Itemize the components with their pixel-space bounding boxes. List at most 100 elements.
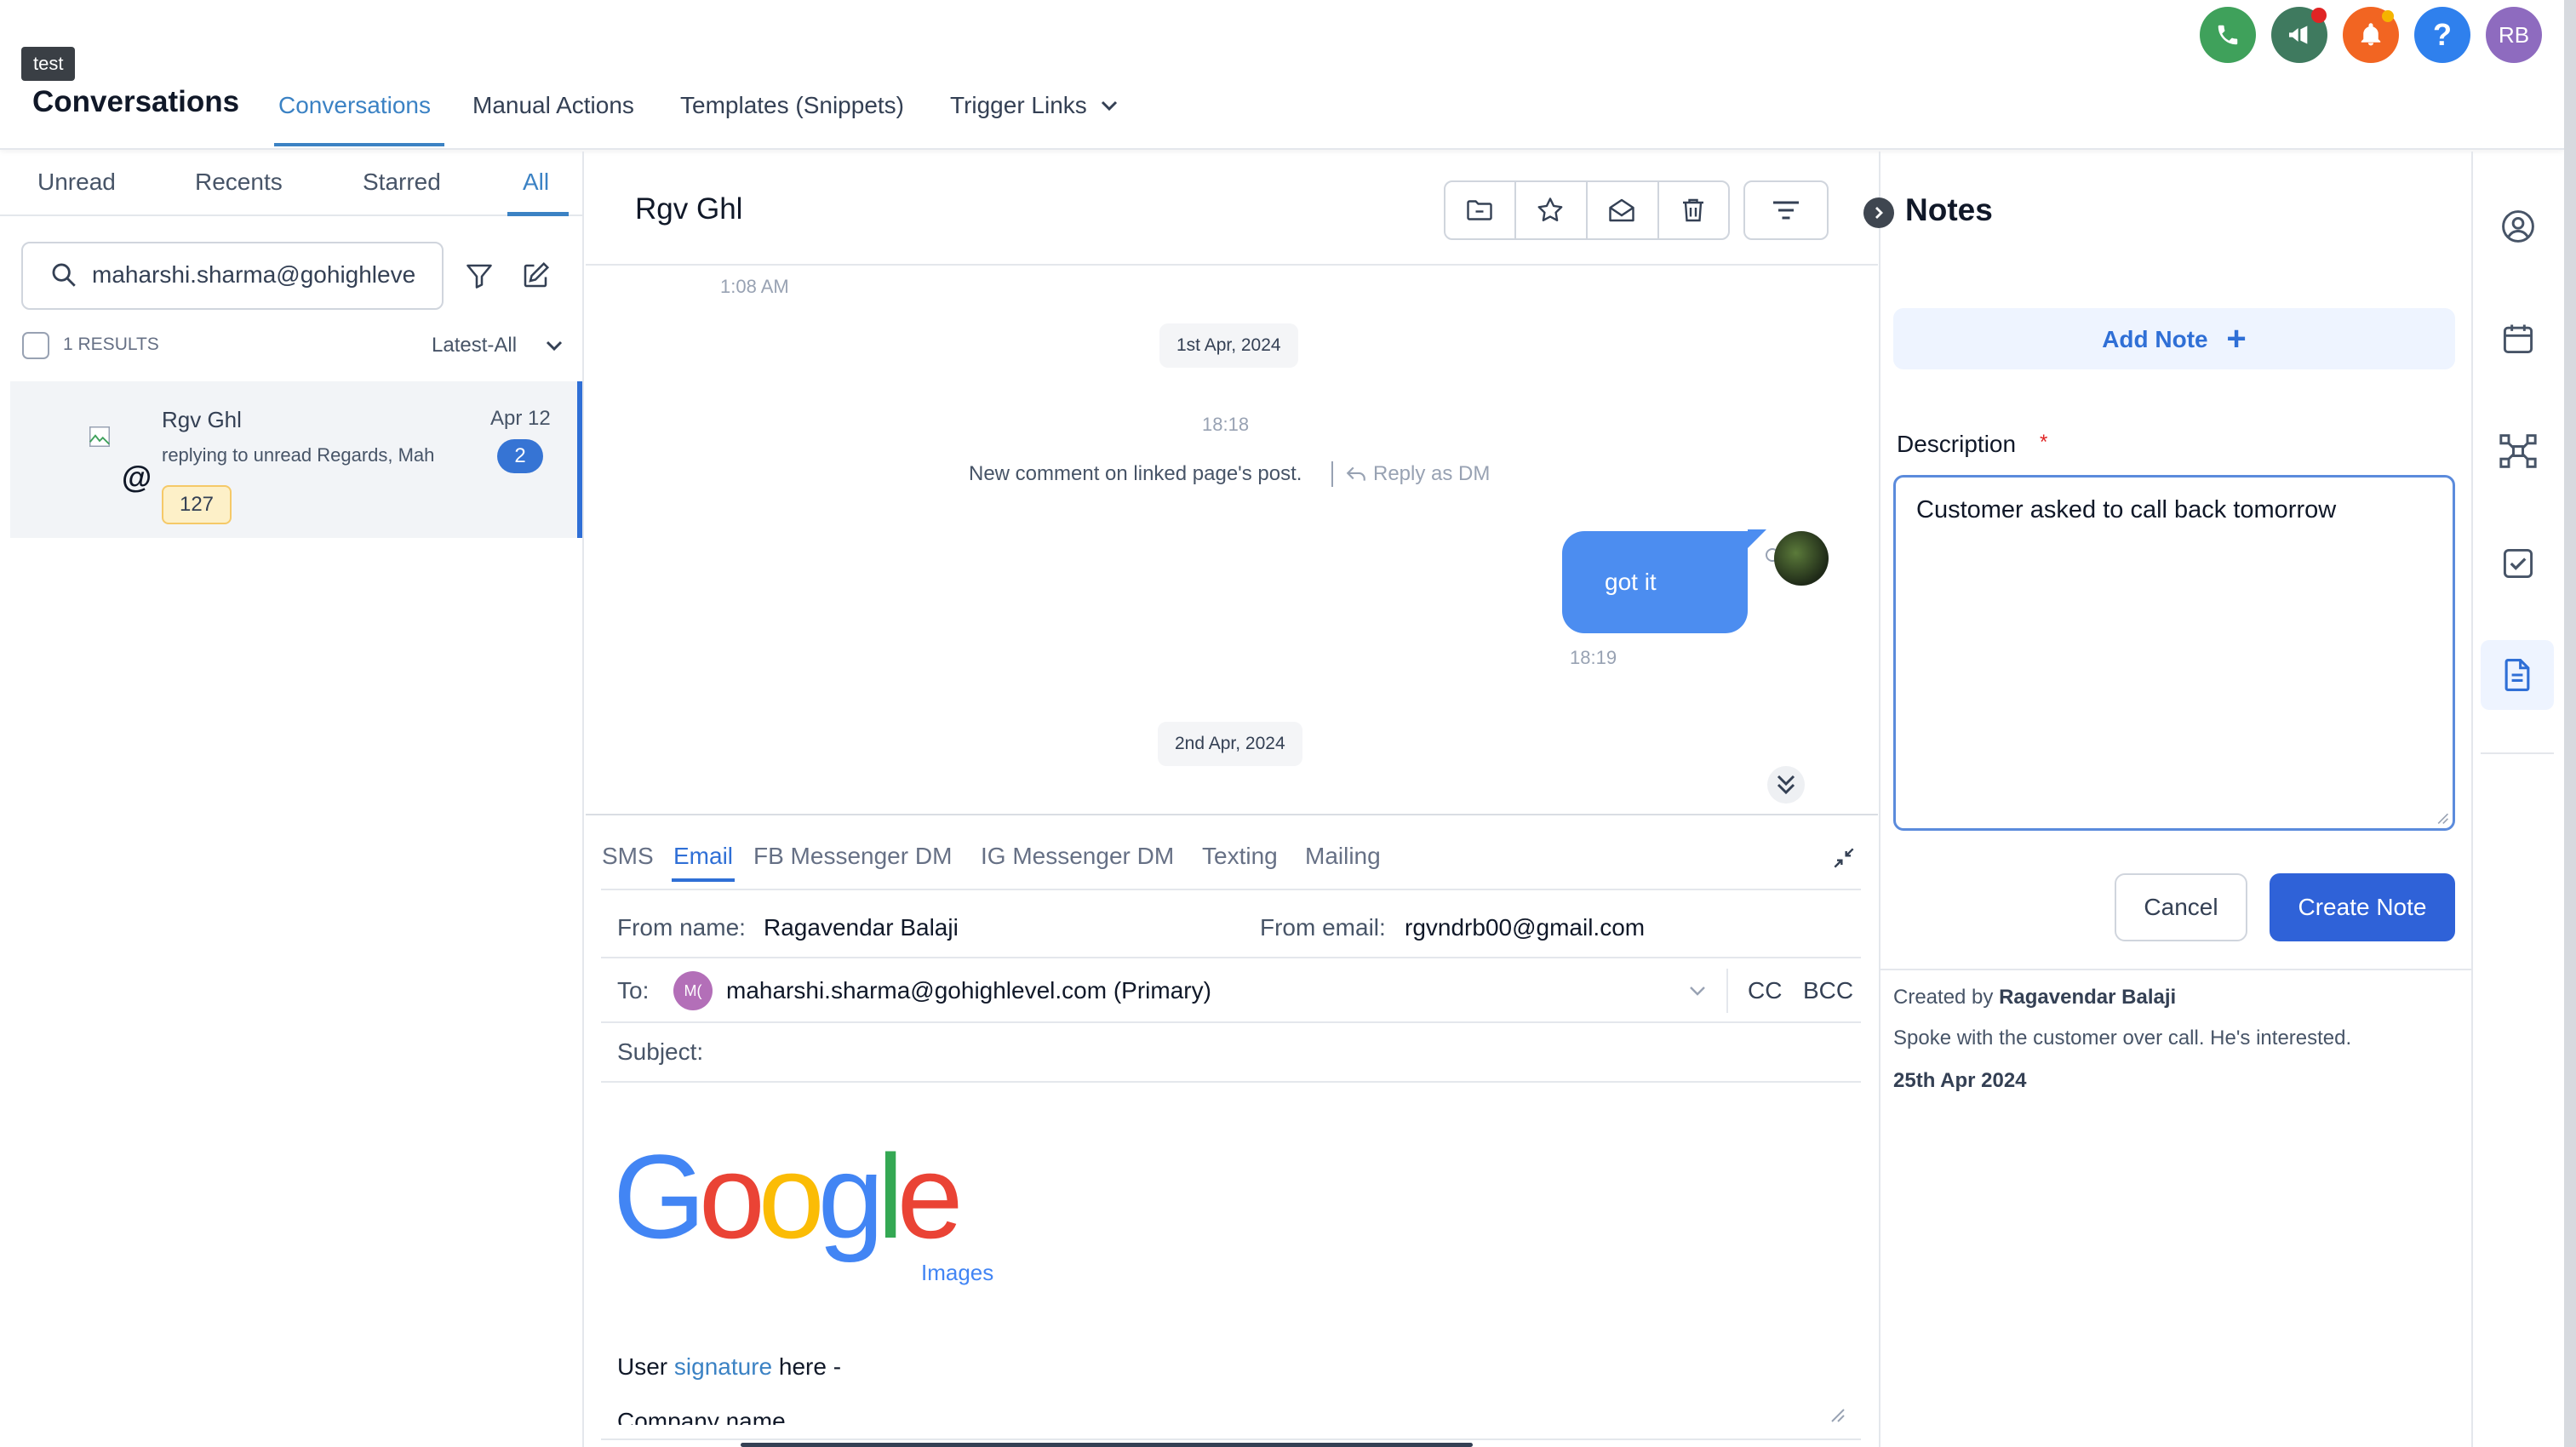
note-text: Spoke with the customer over call. He's … [1893,1027,2352,1050]
outgoing-message-bubble: got it [1562,531,1748,633]
signature-suffix: here - [772,1353,842,1380]
divider [601,957,1861,958]
from-name-label: From name: [617,914,746,941]
filter-icon[interactable] [464,260,495,291]
toolbar-divider [1586,182,1588,238]
sort-dropdown[interactable]: Latest-All [432,334,517,357]
phone-icon [2218,25,2238,45]
signature-link[interactable]: signature [674,1353,772,1380]
message-text: got it [1605,569,1657,595]
rail-divider [2481,752,2554,754]
divider [1726,969,1728,1013]
tab-recents[interactable]: Recents [195,169,283,196]
search-input[interactable]: maharshi.sharma@gohighleve [92,261,432,290]
conversation-date: Apr 12 [490,407,551,430]
sort-chevron-icon[interactable] [545,339,564,352]
chevron-down-icon[interactable] [1100,99,1119,112]
user-circle-icon[interactable] [2499,208,2537,245]
tab-starred[interactable]: Starred [363,169,441,196]
created-by-name: Ragavendar Balaji [1999,986,2177,1009]
divider [601,889,1861,890]
conversation-name: Rgv Ghl [162,407,242,432]
trash-icon[interactable] [1678,195,1709,226]
help-button[interactable]: ? [2414,7,2470,63]
channel-tab-email[interactable]: Email [673,843,733,870]
tab-all[interactable]: All [523,169,549,196]
phone-button[interactable] [2200,7,2256,63]
contact-tag: 127 [162,485,232,524]
separator [1331,461,1333,487]
nav-tab-manual-actions[interactable]: Manual Actions [472,92,634,119]
description-textarea[interactable]: Customer asked to call back tomorrow [1893,475,2455,831]
divider [601,1081,1861,1083]
resize-handle-icon[interactable] [2436,811,2449,825]
company-name: Company name [617,1408,786,1425]
contact-avatar-broken-image [87,424,112,449]
channel-tab-sms[interactable]: SMS [602,843,654,870]
from-name-value[interactable]: Ragavendar Balaji [764,914,959,941]
date-separator: 1st Apr, 2024 [1159,323,1298,368]
select-all-checkbox[interactable] [22,332,49,359]
document-icon[interactable] [2499,655,2536,695]
reply-icon[interactable] [1345,465,1367,483]
note-created-by: Created by Ragavendar Balaji [1893,986,2176,1009]
environment-tag: test [21,47,76,81]
notification-dot [2311,8,2327,23]
channel-tab-texting[interactable]: Texting [1202,843,1278,870]
to-label: To: [617,977,650,1004]
subject-label: Subject: [617,1038,704,1065]
subject-input[interactable] [732,1030,1847,1072]
signature-line: User signature here - [617,1353,841,1381]
scroll-to-bottom-button[interactable] [1767,766,1805,804]
channel-tab-ig-messenger[interactable]: IG Messenger DM [981,843,1174,870]
checkbox-icon[interactable] [2499,545,2537,582]
divider [601,1438,1861,1440]
top-bar [0,0,2564,150]
window-edge [2564,0,2576,1447]
required-marker: * [2040,431,2048,454]
calendar-icon[interactable] [2499,320,2537,357]
bell-badge-dot [2382,10,2394,22]
tabs-divider [0,214,584,216]
bell-icon [2361,23,2381,46]
nav-tab-templates[interactable]: Templates (Snippets) [680,92,904,119]
channel-tab-fb-messenger[interactable]: FB Messenger DM [753,843,952,870]
nav-tab-trigger-links[interactable]: Trigger Links [950,92,1087,119]
network-icon[interactable] [2498,432,2539,470]
plus-icon: + [2226,320,2247,357]
cancel-button[interactable]: Cancel [2115,873,2247,941]
results-count: 1 RESULTS [63,335,159,354]
nav-active-underline [274,143,444,146]
google-logo: Google [613,1130,964,1263]
tab-unread[interactable]: Unread [37,169,116,196]
cc-button[interactable]: CC [1748,977,1782,1004]
nav-tab-trigger-links-label: Trigger Links [950,92,1087,118]
channel-active-underline [672,878,735,882]
star-icon[interactable] [1535,195,1566,226]
sliders-icon [1767,195,1805,226]
collapse-icon[interactable] [1830,844,1858,872]
user-avatar[interactable]: RB [2486,7,2542,63]
add-note-label: Add Note [2102,326,2208,352]
google-logo-subtitle: Images [921,1260,994,1285]
divider [1879,969,2471,970]
collapse-notes-button[interactable] [1863,197,1894,228]
scrollbar[interactable] [741,1443,1473,1447]
channel-tab-mailing[interactable]: Mailing [1305,843,1381,870]
folder-icon[interactable] [1464,195,1495,226]
note-date: 25th Apr 2024 [1893,1069,2027,1092]
recipient-dropdown-icon[interactable] [1687,984,1708,998]
reply-as-dm-link[interactable]: Reply as DM [1373,462,1490,486]
from-email-value[interactable]: rgvndrb00@gmail.com [1405,914,1645,941]
create-note-button[interactable]: Create Note [2270,873,2455,941]
company-line-clip: Company name [617,1401,1128,1425]
bcc-button[interactable]: BCC [1803,977,1853,1004]
add-note-button[interactable]: Add Note + [1893,308,2455,369]
to-recipient[interactable]: maharshi.sharma@gohighlevel.com (Primary… [726,977,1211,1004]
compose-icon[interactable] [520,260,551,291]
mail-open-icon[interactable] [1606,195,1637,226]
recipient-avatar: M( [673,971,713,1010]
toolbar-divider [1657,182,1659,238]
nav-tab-conversations[interactable]: Conversations [278,92,431,119]
resize-handle-icon[interactable] [1829,1406,1846,1423]
